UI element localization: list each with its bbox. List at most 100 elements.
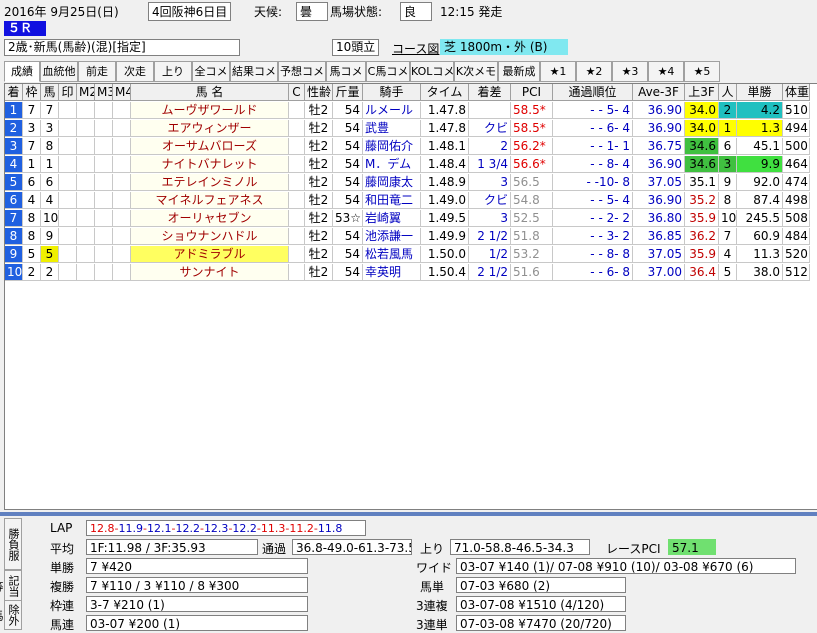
horse-num: 6	[41, 174, 59, 191]
pci: 56.6*	[511, 156, 553, 173]
col-header: 性齢	[305, 84, 333, 101]
tab-scratched[interactable]: 除外馬	[0, 600, 22, 630]
horse-num: 5	[41, 246, 59, 263]
tab-10[interactable]: KOLコメ	[410, 61, 454, 82]
sex-age: 牡2	[305, 264, 333, 281]
m2-cell	[77, 174, 95, 191]
wide-label: ワイド	[416, 561, 453, 575]
tab-6[interactable]: 結果コメ	[230, 61, 278, 82]
m4-cell	[113, 246, 131, 263]
sex-age: 牡2	[305, 174, 333, 191]
popularity: 2	[719, 102, 737, 119]
pci: 51.8	[511, 228, 553, 245]
sex-age: 牡2	[305, 210, 333, 227]
margin: 1 3/4	[469, 156, 511, 173]
col-header: PCI	[511, 84, 553, 101]
tab-2[interactable]: 前走	[78, 61, 116, 82]
mark-cell	[59, 246, 77, 263]
c-cell	[289, 246, 305, 263]
table-row[interactable]: 3 7 8 オーサムバローズ 牡2 54 藤岡佑介 1.48.1 2 56.2* - - 1- 13…	[5, 138, 817, 156]
body-weight: 464	[783, 156, 810, 173]
pci: 51.6	[511, 264, 553, 281]
table-row[interactable]: 9 5 5 アドミラブル 牡2 54 松若風馬 1.50.0 1/2 53.2- - 8- 8 37…	[5, 246, 817, 264]
m3-cell	[95, 210, 113, 227]
tab-notes[interactable]: 記当等	[0, 570, 22, 602]
jockey: 池添謙一	[363, 228, 421, 245]
table-row[interactable]: 4 1 1 ナイトバナレット 牡2 54 M．デム 1.48.4 1 3/4 56.6* - - 8…	[5, 156, 817, 174]
col-header: 斤量	[333, 84, 363, 101]
lap-value: 11.8	[317, 522, 343, 535]
table-row[interactable]: 5 6 6 エテレインミノル 牡2 54 藤岡康太 1.48.9 3 56.5- -10- 8 37…	[5, 174, 817, 192]
finish-time: 1.48.1	[421, 138, 469, 155]
mark-cell	[59, 156, 77, 173]
m3-cell	[95, 246, 113, 263]
body-weight: 494	[783, 120, 810, 137]
pass-label: 通過	[262, 542, 287, 556]
table-row[interactable]: 1 7 7 ムーヴザワールド 牡2 54 ルメール 1.47.8 58.5* - - 5- 4 36…	[5, 102, 817, 120]
race-condition: 2歳･新馬(馬齢)(混)[指定]	[4, 39, 240, 56]
passing-order: - - 3- 2	[553, 228, 633, 245]
tab-3[interactable]: 次走	[116, 61, 154, 82]
trio-label: 3連複	[416, 599, 448, 613]
tab-11[interactable]: K次メモ	[454, 61, 498, 82]
tab-13[interactable]: ★1	[540, 61, 576, 82]
tab-12[interactable]: 最新成	[498, 61, 540, 82]
win-odds: 45.1	[737, 138, 783, 155]
sex-age: 牡2	[305, 156, 333, 173]
m3-cell	[95, 138, 113, 155]
tab-1[interactable]: 血統他	[40, 61, 78, 82]
tab-14[interactable]: ★2	[576, 61, 612, 82]
weight-carried: 54	[333, 192, 363, 209]
tab-9[interactable]: C馬コメ	[366, 61, 410, 82]
col-header: M3	[95, 84, 113, 101]
course-map-link[interactable]: コース図	[392, 40, 439, 57]
race-header: 2016年 9月25日(日) 4回阪神6日目 天候: 曇 馬場状態: 良 12:…	[0, 0, 817, 21]
col-header: 通過順位	[553, 84, 633, 101]
lap-label: LAP	[50, 521, 73, 535]
m4-cell	[113, 264, 131, 281]
ave-3f: 36.75	[633, 138, 685, 155]
waku-num: 8	[23, 228, 41, 245]
tab-silks[interactable]: 勝負服	[4, 518, 22, 570]
jockey: M．デム	[363, 156, 421, 173]
weight-carried: 54	[333, 120, 363, 137]
passing-order: - -10- 8	[553, 174, 633, 191]
table-row[interactable]: 6 4 4 マイネルフェアネス 牡2 54 和田竜二 1.49.0 クビ 54.8- - 5- 4…	[5, 192, 817, 210]
win-odds: 245.5	[737, 210, 783, 227]
sex-age: 牡2	[305, 102, 333, 119]
tab-15[interactable]: ★3	[612, 61, 648, 82]
passing-order: - - 8- 4	[553, 156, 633, 173]
m3-cell	[95, 102, 113, 119]
weight-carried: 54	[333, 174, 363, 191]
tab-17[interactable]: ★5	[684, 61, 720, 82]
finish-time: 1.48.4	[421, 156, 469, 173]
table-header: 着枠馬印M2M3M4馬 名C性齢斤量騎手タイム着差PCI通過順位Ave-3F上3…	[5, 84, 817, 102]
results-table[interactable]: 着枠馬印M2M3M4馬 名C性齢斤量騎手タイム着差PCI通過順位Ave-3F上3…	[4, 83, 817, 510]
table-row[interactable]: 2 3 3 エアウィンザー 牡2 54 武豊 1.47.8 クビ 58.5* - - 6- 4 36.…	[5, 120, 817, 138]
win-odds: 4.2	[737, 102, 783, 119]
col-header: 馬 名	[131, 84, 289, 101]
table-row[interactable]: 7 8 10 オーリャセブン 牡2 53☆ 岩崎翼 1.49.5 3 52.5- - 2- 2 36…	[5, 210, 817, 228]
popularity: 3	[719, 156, 737, 173]
tab-8[interactable]: 馬コメ	[326, 61, 366, 82]
col-header: 着差	[469, 84, 511, 101]
table-row[interactable]: 8 8 9 ショウナンハドル 牡2 54 池添謙一 1.49.9 2 1/2 51.8- - 3-…	[5, 228, 817, 246]
waku-num: 7	[23, 138, 41, 155]
tab-4[interactable]: 上り	[154, 61, 192, 82]
tab-0[interactable]: 成績	[4, 61, 40, 82]
passing-order: - - 5- 4	[553, 102, 633, 119]
avg-label: 平均	[50, 542, 75, 556]
col-header: Ave-3F	[633, 84, 685, 101]
pci: 58.5*	[511, 120, 553, 137]
waku-num: 8	[23, 210, 41, 227]
table-row[interactable]: 10 2 2 サンナイト 牡2 54 幸英明 1.50.4 2 1/2 51.6- - 6- 83…	[5, 264, 817, 282]
c-cell	[289, 120, 305, 137]
tab-5[interactable]: 全コメ	[192, 61, 230, 82]
last-3f: 35.2	[685, 192, 719, 209]
ave-3f: 36.80	[633, 210, 685, 227]
c-cell	[289, 264, 305, 281]
popularity: 9	[719, 174, 737, 191]
finish-time: 1.48.9	[421, 174, 469, 191]
tab-16[interactable]: ★4	[648, 61, 684, 82]
tab-7[interactable]: 予想コメ	[278, 61, 326, 82]
